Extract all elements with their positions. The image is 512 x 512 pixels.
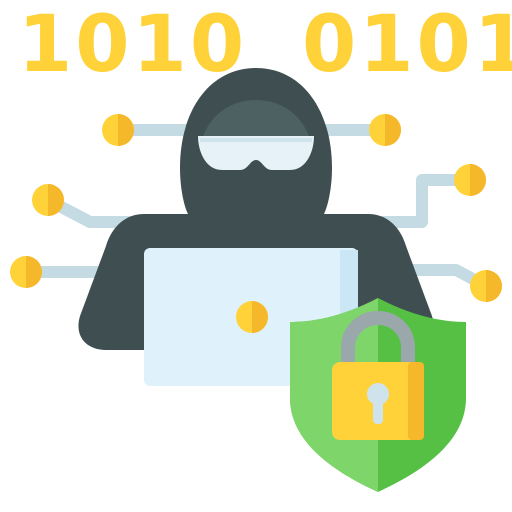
circuit-node-icon (10, 256, 42, 288)
cyber-security-illustration: 1010 0101 (0, 0, 512, 512)
circuit-node-icon (369, 114, 401, 146)
circuit-node-icon (470, 270, 502, 302)
circuit-node-icon (454, 164, 486, 196)
circuit-node-icon (32, 184, 64, 216)
circuit-line-mid-right (364, 174, 476, 228)
binary-text-left: 1010 (18, 0, 248, 90)
circuit-node-icon (102, 114, 134, 146)
binary-text-right: 0101 (302, 0, 512, 90)
